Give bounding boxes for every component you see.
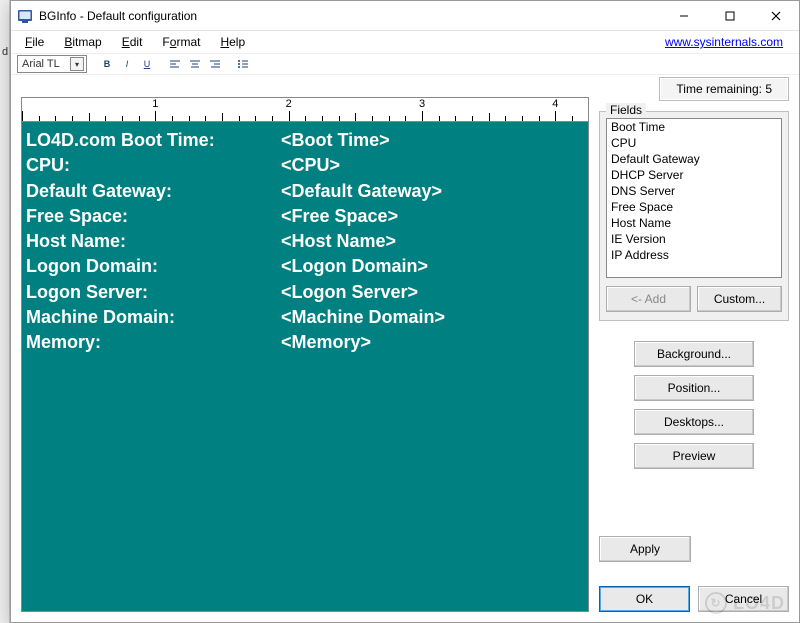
align-left-icon[interactable]: [167, 56, 183, 72]
editor-row-label: Logon Domain:: [26, 254, 281, 279]
menu-help[interactable]: Help: [212, 33, 253, 51]
menu-edit[interactable]: Edit: [114, 33, 151, 51]
editor-row-label: LO4D.com Boot Time:: [26, 128, 281, 153]
add-field-button[interactable]: <- Add: [606, 286, 691, 312]
editor-row-value: <Host Name>: [281, 229, 447, 254]
ruler-number: 2: [286, 98, 292, 110]
menu-file[interactable]: File: [17, 33, 52, 51]
align-center-icon[interactable]: [187, 56, 203, 72]
editor-row-label: CPU:: [26, 153, 281, 178]
editor-row-value: <Free Space>: [281, 204, 447, 229]
font-family-combo[interactable]: Arial TL ▾: [17, 55, 87, 73]
editor-row-value: <Logon Domain>: [281, 254, 447, 279]
bginfo-window: BGInfo - Default configuration File Bitm…: [10, 0, 800, 623]
ruler-number: 4: [552, 98, 558, 110]
chevron-down-icon[interactable]: ▾: [70, 57, 84, 71]
editor-row[interactable]: Host Name:<Host Name>: [26, 229, 447, 254]
fields-list-item[interactable]: DHCP Server: [607, 167, 781, 183]
close-button[interactable]: [753, 1, 799, 30]
editor-row-value: <CPU>: [281, 153, 447, 178]
editor-row[interactable]: Logon Domain:<Logon Domain>: [26, 254, 447, 279]
editor-row-label: Logon Server:: [26, 280, 281, 305]
side-button-stack: Background... Position... Desktops... Pr…: [599, 341, 789, 469]
sliver-char: d: [2, 46, 8, 58]
editor-column: 1234 LO4D.com Boot Time:<Boot Time>CPU:<…: [21, 77, 589, 612]
cancel-button[interactable]: Cancel: [698, 586, 789, 612]
fields-list-item[interactable]: IP Address: [607, 247, 781, 263]
background-window-sliver: d: [0, 0, 10, 623]
background-button[interactable]: Background...: [634, 341, 754, 367]
editor-row-value: <Default Gateway>: [281, 179, 447, 204]
bold-button[interactable]: B: [99, 56, 115, 72]
position-button[interactable]: Position...: [634, 375, 754, 401]
editor-row[interactable]: LO4D.com Boot Time:<Boot Time>: [26, 128, 447, 153]
editor-row[interactable]: Free Space:<Free Space>: [26, 204, 447, 229]
editor-row-value: <Machine Domain>: [281, 305, 447, 330]
fields-list-item[interactable]: DNS Server: [607, 183, 781, 199]
editor-row-label: Memory:: [26, 330, 281, 355]
editor-row[interactable]: Logon Server:<Logon Server>: [26, 280, 447, 305]
fields-list-item[interactable]: Boot Time: [607, 119, 781, 135]
editor-row-label: Default Gateway:: [26, 179, 281, 204]
editor-row[interactable]: Machine Domain:<Machine Domain>: [26, 305, 447, 330]
fields-list-item[interactable]: CPU: [607, 135, 781, 151]
align-right-icon[interactable]: [207, 56, 223, 72]
fields-listbox[interactable]: Boot TimeCPUDefault GatewayDHCP ServerDN…: [606, 118, 782, 278]
minimize-button[interactable]: [661, 1, 707, 30]
side-column: Time remaining: 5 Fields Boot TimeCPUDef…: [599, 77, 789, 612]
font-family-value: Arial TL: [22, 58, 60, 70]
menu-format[interactable]: Format: [154, 33, 208, 51]
editor-row-value: <Boot Time>: [281, 128, 447, 153]
ruler: 1 2 3 4: [21, 97, 589, 121]
menu-bitmap[interactable]: Bitmap: [56, 33, 109, 51]
fields-list-item[interactable]: Free Space: [607, 199, 781, 215]
content-area: 1234 LO4D.com Boot Time:<Boot Time>CPU:<…: [21, 77, 789, 612]
titlebar: BGInfo - Default configuration: [11, 1, 799, 31]
preview-button[interactable]: Preview: [634, 443, 754, 469]
desktops-button[interactable]: Desktops...: [634, 409, 754, 435]
bullets-icon[interactable]: [235, 56, 251, 72]
apply-button[interactable]: Apply: [599, 536, 691, 562]
window-controls: [661, 1, 799, 30]
window-title: BGInfo - Default configuration: [39, 9, 197, 23]
italic-button[interactable]: I: [119, 56, 135, 72]
editor-row-label: Free Space:: [26, 204, 281, 229]
ok-button[interactable]: OK: [599, 586, 690, 612]
time-remaining: Time remaining: 5: [659, 77, 789, 101]
editor-row-label: Host Name:: [26, 229, 281, 254]
app-icon: [17, 8, 33, 24]
format-toolbar: Arial TL ▾ B I U: [11, 53, 799, 75]
maximize-button[interactable]: [707, 1, 753, 30]
menubar: File Bitmap Edit Format Help www.sysinte…: [11, 31, 799, 53]
fields-list-item[interactable]: IE Version: [607, 231, 781, 247]
fields-list-item[interactable]: Default Gateway: [607, 151, 781, 167]
bginfo-editor[interactable]: LO4D.com Boot Time:<Boot Time>CPU:<CPU>D…: [21, 121, 589, 612]
editor-row[interactable]: Default Gateway:<Default Gateway>: [26, 179, 447, 204]
ruler-number: 1: [152, 98, 158, 110]
fields-group: Fields Boot TimeCPUDefault GatewayDHCP S…: [599, 111, 789, 321]
editor-row-value: <Memory>: [281, 330, 447, 355]
editor-row[interactable]: Memory:<Memory>: [26, 330, 447, 355]
editor-table: LO4D.com Boot Time:<Boot Time>CPU:<CPU>D…: [26, 128, 447, 356]
fields-legend: Fields: [606, 103, 646, 117]
fields-list-item[interactable]: Host Name: [607, 215, 781, 231]
sysinternals-link[interactable]: www.sysinternals.com: [665, 35, 793, 49]
editor-row-value: <Logon Server>: [281, 280, 447, 305]
custom-field-button[interactable]: Custom...: [697, 286, 782, 312]
underline-button[interactable]: U: [139, 56, 155, 72]
editor-row[interactable]: CPU:<CPU>: [26, 153, 447, 178]
editor-row-label: Machine Domain:: [26, 305, 281, 330]
ruler-number: 3: [419, 98, 425, 110]
